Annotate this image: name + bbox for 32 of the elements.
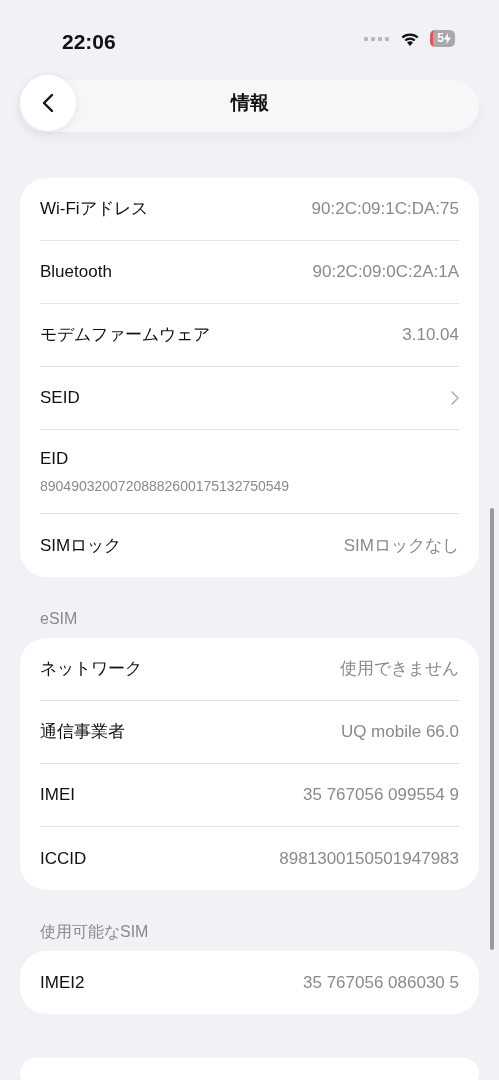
row-label: SIMロック bbox=[40, 534, 122, 557]
row-label: IMEI bbox=[40, 784, 75, 807]
row-value: 使用できません bbox=[340, 658, 459, 681]
row-value: 3.10.04 bbox=[402, 324, 459, 347]
row-label: Bluetooth bbox=[40, 261, 112, 284]
signal-icon bbox=[364, 36, 391, 41]
page-title: 情報 bbox=[230, 91, 269, 115]
row-label: ネットワーク bbox=[40, 658, 142, 681]
row-value: 90:2C:09:1C:DA:75 bbox=[311, 198, 459, 221]
row-value: 35 767056 086030 5 bbox=[303, 971, 459, 994]
row-label: IMEI2 bbox=[40, 971, 85, 994]
row-value: 35 767056 099554 9 bbox=[303, 784, 459, 807]
back-icon bbox=[42, 93, 54, 113]
row-label: SEID bbox=[40, 387, 80, 410]
status-time: 22:06 bbox=[62, 29, 116, 55]
row-value: SIMロックなし bbox=[343, 534, 459, 557]
section-header: eSIM bbox=[39, 609, 79, 629]
battery-indicator: 5 bbox=[430, 30, 455, 47]
row-label: ICCID bbox=[40, 847, 87, 870]
row-label: モデムファームウェア bbox=[40, 324, 210, 347]
row-value: 89049032007208882600175132750549 bbox=[40, 476, 290, 496]
row-value: 8981300150501947983 bbox=[279, 847, 459, 870]
row-label: EID bbox=[40, 448, 69, 471]
section-header: 使用可能なSIM bbox=[39, 922, 150, 942]
row-value: UQ mobile 66.0 bbox=[340, 721, 459, 744]
row-label: 通信事業者 bbox=[40, 721, 125, 744]
chevron-icon bbox=[451, 391, 459, 405]
row-label: Wi-Fiアドレス bbox=[40, 198, 148, 221]
row-value: 90:2C:09:0C:2A:1A bbox=[312, 261, 459, 284]
settings-row[interactable]: SEID bbox=[40, 367, 459, 430]
charging-icon bbox=[444, 33, 451, 44]
wifi-icon bbox=[400, 31, 421, 46]
